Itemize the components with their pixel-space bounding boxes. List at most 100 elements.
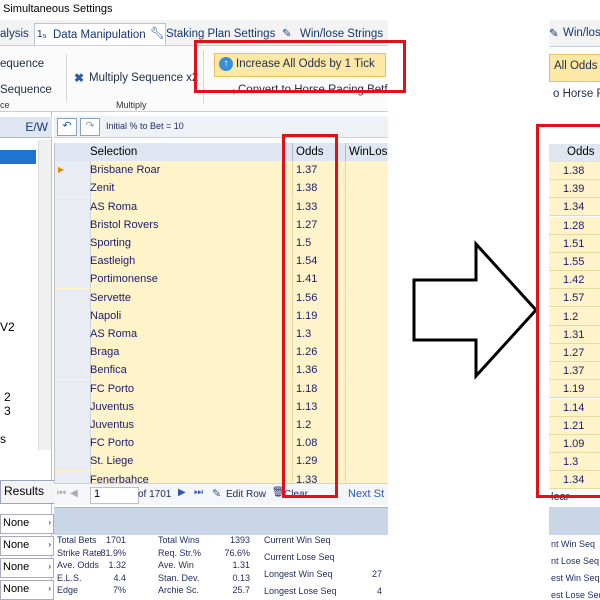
table-row[interactable]: Servette 1.56	[55, 288, 388, 308]
table-row[interactable]: Napoli 1.19	[55, 306, 388, 326]
cell-winlose[interactable]	[345, 416, 388, 434]
row-indicator[interactable]	[55, 343, 91, 362]
cell-winlose[interactable]	[345, 197, 388, 216]
cell-winlose[interactable]	[345, 397, 388, 416]
right-tab-win-lose[interactable]: Win/los	[563, 27, 600, 39]
row-indicator[interactable]	[55, 306, 91, 325]
cell-winlose[interactable]	[345, 179, 388, 198]
cell-winlose[interactable]	[345, 379, 388, 398]
cell-selection[interactable]: Sporting	[87, 234, 294, 252]
last-record-icon[interactable]: ⏭	[194, 487, 203, 498]
cell-selection[interactable]: St. Liege	[87, 452, 294, 470]
table-row[interactable]: ▶ Brisbane Roar 1.37	[55, 161, 388, 181]
cell-selection[interactable]: Zenit	[87, 179, 294, 197]
row-indicator[interactable]	[55, 197, 91, 216]
cell-selection[interactable]: Servette	[87, 289, 294, 307]
next-step-button[interactable]: Next St	[348, 488, 384, 500]
next-record-icon[interactable]: ▶	[178, 487, 186, 498]
cell-selection[interactable]: Juventus	[87, 416, 294, 434]
edit-row-button[interactable]: Edit Row	[226, 489, 266, 500]
first-record-icon[interactable]: ⏮	[57, 488, 66, 499]
cell-winlose[interactable]	[345, 288, 388, 307]
row-indicator[interactable]	[55, 470, 91, 483]
cell-winlose[interactable]	[345, 325, 388, 343]
cell-selection[interactable]: FC Porto	[87, 380, 294, 398]
row-indicator[interactable]	[55, 379, 91, 398]
cell-winlose[interactable]	[345, 270, 388, 289]
cell-winlose[interactable]	[345, 252, 388, 271]
table-row[interactable]: AS Roma 1.3	[55, 325, 388, 345]
cell-selection[interactable]: Brisbane Roar	[87, 161, 294, 179]
cell-selection[interactable]: Napoli	[87, 307, 294, 325]
cell-selection[interactable]: AS Roma	[87, 325, 294, 343]
table-row[interactable]: Portimonense 1.41	[55, 270, 388, 290]
row-indicator[interactable]	[55, 361, 91, 380]
dropdown-3[interactable]: None ›	[0, 558, 54, 578]
table-row[interactable]: Zenit 1.38	[55, 179, 388, 199]
table-row[interactable]: AS Roma 1.33	[55, 197, 388, 217]
row-indicator[interactable]	[55, 452, 91, 471]
row-indicator[interactable]	[55, 288, 91, 307]
cell-selection[interactable]: FC Porto	[87, 434, 294, 452]
cell-winlose[interactable]	[345, 434, 388, 453]
table-row[interactable]: Braga 1.26	[55, 343, 388, 363]
cell-winlose[interactable]	[345, 306, 388, 325]
tab-analysis[interactable]: alysis	[0, 23, 29, 45]
cell-selection[interactable]: Bristol Rovers	[87, 216, 294, 234]
row-indicator[interactable]	[55, 325, 91, 343]
table-row[interactable]: Juventus 1.13	[55, 397, 388, 417]
table-row[interactable]: Eastleigh 1.54	[55, 252, 388, 272]
table-row[interactable]: St. Liege 1.29	[55, 452, 388, 472]
table-row[interactable]: Fenerbahce 1.33	[55, 470, 388, 483]
selected-item[interactable]	[0, 150, 36, 164]
chevron-right-icon: ›	[48, 518, 51, 527]
cell-selection[interactable]: Eastleigh	[87, 252, 294, 270]
sequence-button-2[interactable]: Sequence	[0, 84, 52, 96]
left-scrollbar[interactable]	[38, 140, 51, 450]
multiply-sequence-button[interactable]: Multiply Sequence x2	[89, 72, 198, 84]
row-indicator[interactable]	[55, 434, 91, 453]
cell-winlose[interactable]	[345, 470, 388, 483]
cell-selection[interactable]: Juventus	[87, 398, 294, 416]
redo-icon[interactable]: ↷	[80, 118, 100, 136]
table-row[interactable]: Sporting 1.5	[55, 234, 388, 254]
row-indicator[interactable]	[55, 252, 91, 271]
table-row[interactable]: Juventus 1.2	[55, 416, 388, 436]
cell-winlose[interactable]	[345, 234, 388, 252]
cell-selection[interactable]: Portimonense	[87, 270, 294, 288]
cell-selection[interactable]: Fenerbahce	[87, 471, 294, 483]
row-indicator[interactable]	[55, 215, 91, 234]
dropdown-2[interactable]: None ›	[0, 536, 54, 556]
row-indicator[interactable]	[55, 416, 91, 434]
cell-winlose[interactable]	[345, 361, 388, 380]
record-input[interactable]: 1	[90, 487, 139, 504]
dropdown-1[interactable]: None ›	[0, 514, 54, 534]
results-button[interactable]: Results	[0, 480, 55, 504]
prev-record-icon[interactable]: ◀	[70, 488, 78, 499]
table-row[interactable]: FC Porto 1.08	[55, 434, 388, 454]
cell-selection[interactable]: Benfica	[87, 361, 294, 379]
sequence-button-1[interactable]: equence	[0, 58, 44, 70]
cell-selection[interactable]: AS Roma	[87, 198, 294, 216]
cell-selection[interactable]: Braga	[87, 343, 294, 361]
row-indicator[interactable]	[55, 270, 91, 289]
row-indicator[interactable]	[55, 397, 91, 416]
tab-data-manipulation[interactable]: 1₉ Data Manipulation	[34, 23, 166, 45]
stat-label: Stan. Dev.	[158, 572, 200, 583]
column-header-selection[interactable]: Selection	[87, 143, 284, 161]
cell-winlose[interactable]	[345, 343, 388, 362]
row-indicator[interactable]	[55, 234, 91, 252]
column-header-winlose[interactable]: WinLos	[345, 143, 388, 161]
cell-winlose[interactable]	[345, 452, 388, 471]
cell-winlose[interactable]	[345, 161, 388, 180]
right-increase-odds-button[interactable]: All Odds by	[549, 54, 600, 82]
undo-icon[interactable]: ↶	[57, 118, 77, 136]
dropdown-4[interactable]: None ›	[0, 580, 54, 600]
cell-winlose[interactable]	[345, 215, 388, 234]
table-row[interactable]: FC Porto 1.18	[55, 379, 388, 399]
row-indicator[interactable]: ▶	[55, 161, 91, 180]
table-row[interactable]: Benfica 1.36	[55, 361, 388, 381]
row-indicator[interactable]	[55, 179, 91, 198]
left-panel-header: E/W	[0, 117, 52, 138]
table-row[interactable]: Bristol Rovers 1.27	[55, 215, 388, 235]
